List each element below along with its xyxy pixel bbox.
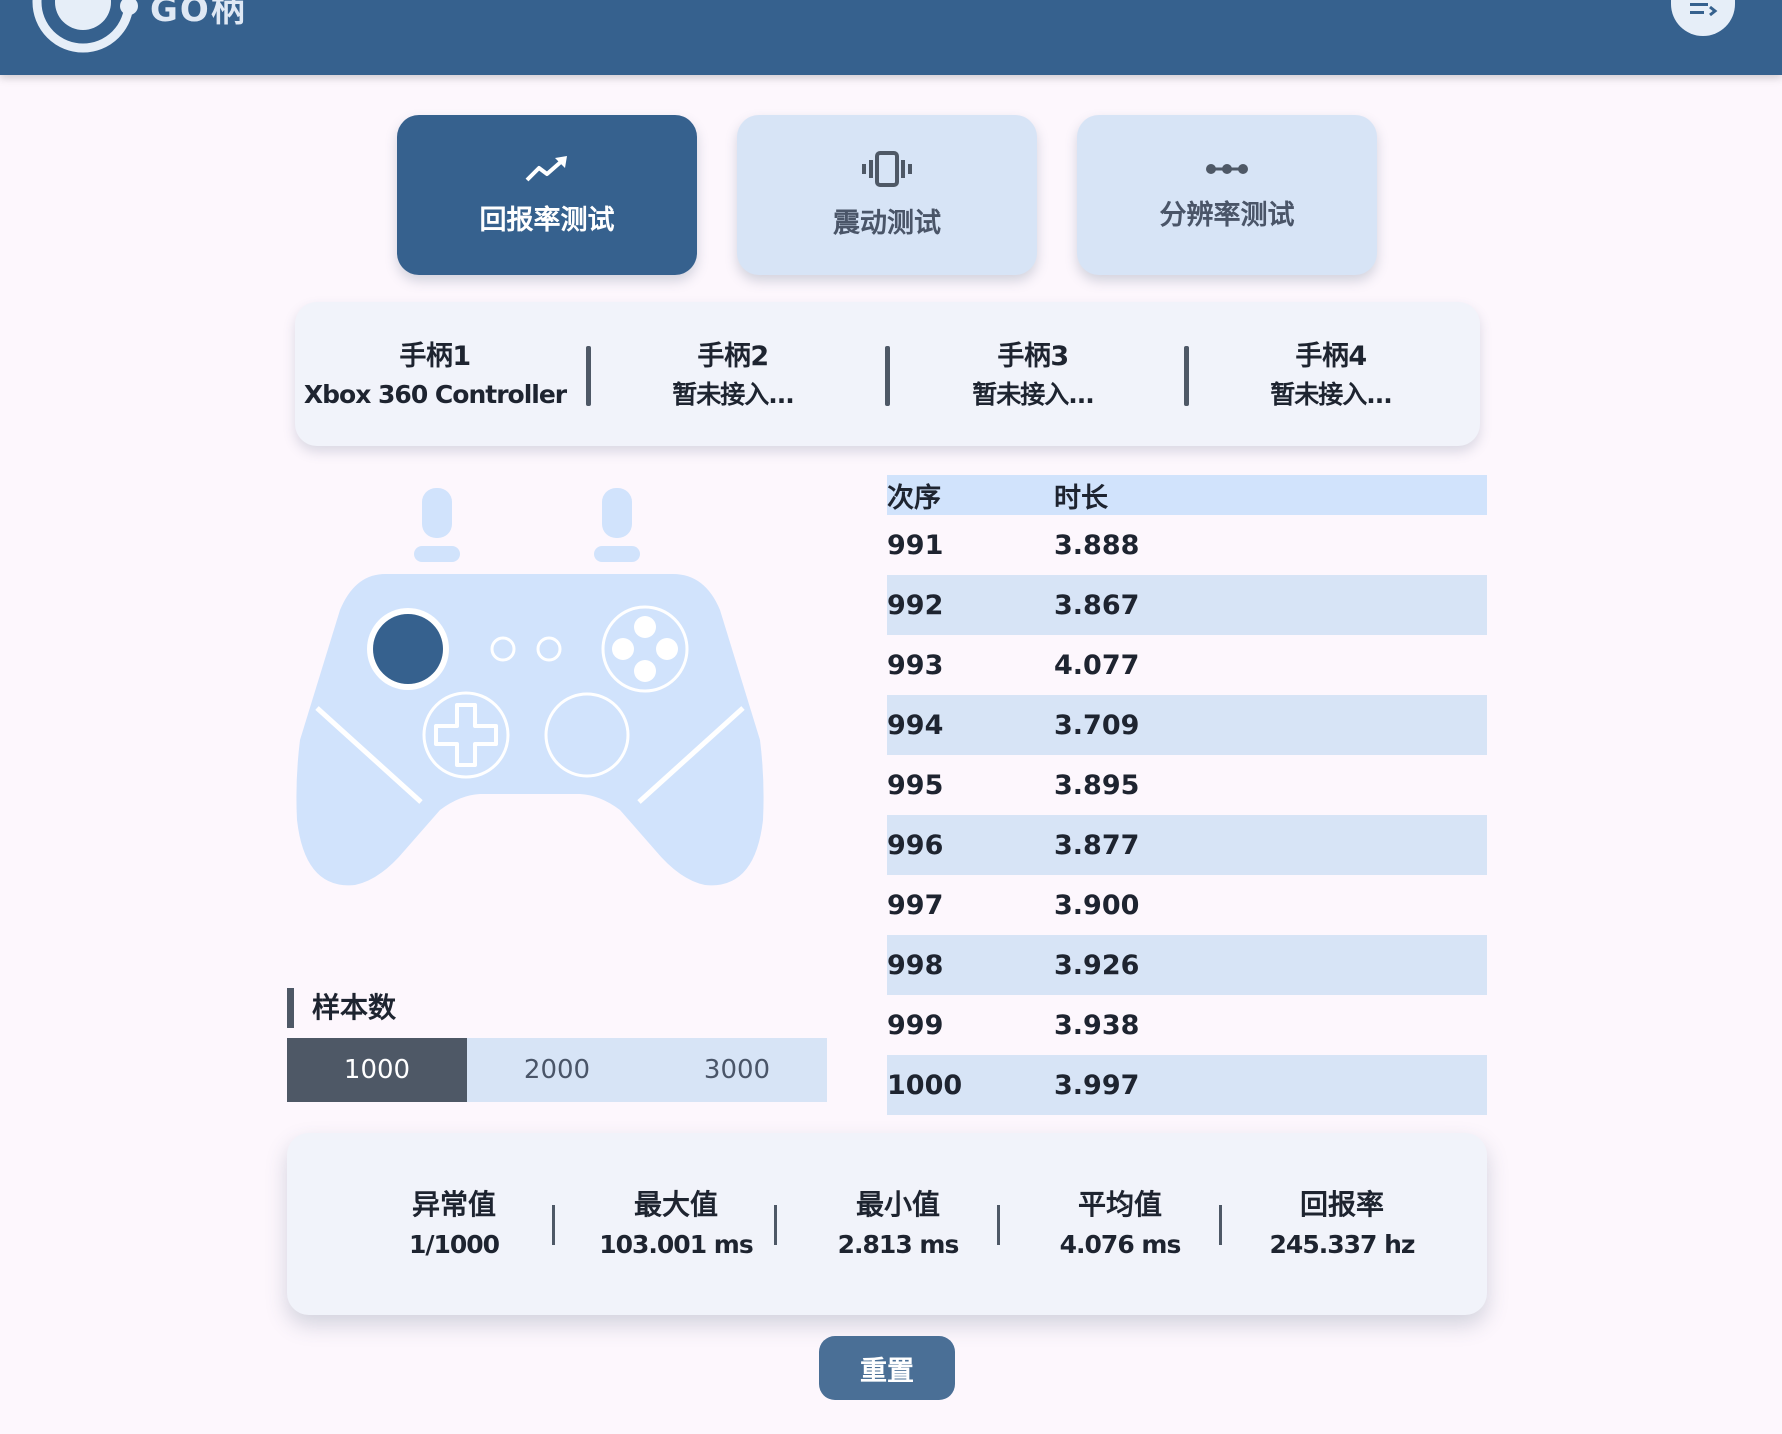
row-duration: 3.938 [1054,1009,1140,1041]
menu-collapse-icon [1690,3,1718,17]
row-index: 998 [887,949,944,981]
table-row: 993 4.077 [887,635,1487,695]
app-name: GO柄 [150,0,247,30]
tab-polling-rate-test[interactable]: 回报率测试 [397,115,697,275]
test-mode-tabs: 回报率测试 震动测试 分辨率测试 [0,115,1782,275]
row-duration: 3.888 [1054,529,1140,561]
stat-outliers: 异常值 1/1000 [343,1185,565,1265]
logo [28,0,138,60]
logo-icon [32,0,138,53]
table-row: 997 3.900 [887,875,1487,935]
divider [552,1205,555,1245]
controller-selector: 手柄1 Xbox 360 Controller 手柄2 暂未接入... 手柄3 … [295,302,1480,446]
reset-button[interactable]: 重置 [819,1336,955,1400]
top-bar: GO柄 [0,0,1782,75]
trending-up-icon [525,155,567,181]
stat-polling-rate: 回报率 245.337 hz [1231,1185,1453,1265]
row-index: 994 [887,709,944,741]
row-index: 992 [887,589,944,621]
stat-average: 平均值 4.076 ms [1009,1185,1231,1265]
stat-label: 异常值 [411,1188,496,1221]
gamepad-icon [296,488,764,886]
controller-name: 手柄3 [997,341,1069,372]
dots-icon [1206,163,1248,174]
divider [586,346,591,406]
controller-device: Xbox 360 Controller [303,380,567,409]
stat-label: 平均值 [1077,1188,1162,1221]
stat-value: 1/1000 [408,1230,500,1259]
row-index: 995 [887,769,944,801]
row-duration: 3.877 [1054,829,1140,861]
tab-label: 震动测试 [833,207,941,239]
table-row: 992 3.867 [887,575,1487,635]
controller-slot-2[interactable]: 手柄2 暂未接入... [598,338,868,414]
row-duration: 3.709 [1054,709,1140,741]
controller-name: 手柄2 [697,341,769,372]
sample-option-3000[interactable]: 3000 [647,1038,827,1102]
tab-vibration-test[interactable]: 震动测试 [737,115,1037,275]
divider [997,1205,1000,1245]
table-row: 991 3.888 [887,515,1487,575]
controller-device: 暂未接入... [672,380,795,409]
column-header-duration: 时长 [1054,482,1108,514]
sample-count-title: 样本数 [287,988,396,1028]
menu-button[interactable] [1671,0,1735,36]
row-index: 997 [887,889,944,921]
row-index: 996 [887,829,944,861]
stat-label: 最大值 [633,1188,718,1221]
tab-label: 回报率测试 [479,204,615,236]
sample-option-2000[interactable]: 2000 [467,1038,647,1102]
sample-count-selector: 1000 2000 3000 [287,1038,827,1102]
row-index: 999 [887,1009,944,1041]
divider [885,346,890,406]
controller-slot-1[interactable]: 手柄1 Xbox 360 Controller [300,338,570,414]
controller-slot-3[interactable]: 手柄3 暂未接入... [898,338,1168,414]
row-duration: 4.077 [1054,649,1140,681]
controller-name: 手柄1 [399,341,471,372]
stat-min: 最小值 2.813 ms [787,1185,1009,1265]
sample-option-1000[interactable]: 1000 [287,1038,467,1102]
stat-value: 103.001 ms [599,1230,754,1259]
divider [774,1205,777,1245]
row-duration: 3.867 [1054,589,1140,621]
row-index: 993 [887,649,944,681]
row-duration: 3.900 [1054,889,1140,921]
tab-resolution-test[interactable]: 分辨率测试 [1077,115,1377,275]
controller-name: 手柄4 [1295,341,1367,372]
divider [1219,1205,1222,1245]
table-row: 1000 3.997 [887,1055,1487,1115]
stat-max: 最大值 103.001 ms [565,1185,787,1265]
gamepad-illustration [285,480,775,904]
tab-label: 分辨率测试 [1159,199,1295,231]
row-duration: 3.895 [1054,769,1140,801]
column-header-index: 次序 [887,482,941,514]
stat-value: 4.076 ms [1059,1230,1182,1259]
vibration-icon [862,150,912,187]
controller-slot-4[interactable]: 手柄4 暂未接入... [1196,338,1466,414]
statistics-panel: 异常值 1/1000 最大值 103.001 ms 最小值 2.813 ms 平… [287,1133,1487,1315]
divider [1184,346,1189,406]
row-index: 1000 [887,1069,963,1101]
row-index: 991 [887,529,944,561]
stat-value: 2.813 ms [837,1230,960,1259]
table-row: 998 3.926 [887,935,1487,995]
table-row: 995 3.895 [887,755,1487,815]
table-header: 次序 时长 [887,475,1487,515]
stat-label: 最小值 [855,1188,940,1221]
row-duration: 3.997 [1054,1069,1140,1101]
controller-device: 暂未接入... [972,380,1095,409]
row-duration: 3.926 [1054,949,1140,981]
table-row: 996 3.877 [887,815,1487,875]
controller-device: 暂未接入... [1270,380,1393,409]
table-row: 999 3.938 [887,995,1487,1055]
polling-table: 次序 时长 991 3.888 992 3.867 993 4.077 994 … [887,475,1487,1115]
table-row: 994 3.709 [887,695,1487,755]
stat-value: 245.337 hz [1269,1230,1416,1259]
stat-label: 回报率 [1299,1188,1384,1221]
